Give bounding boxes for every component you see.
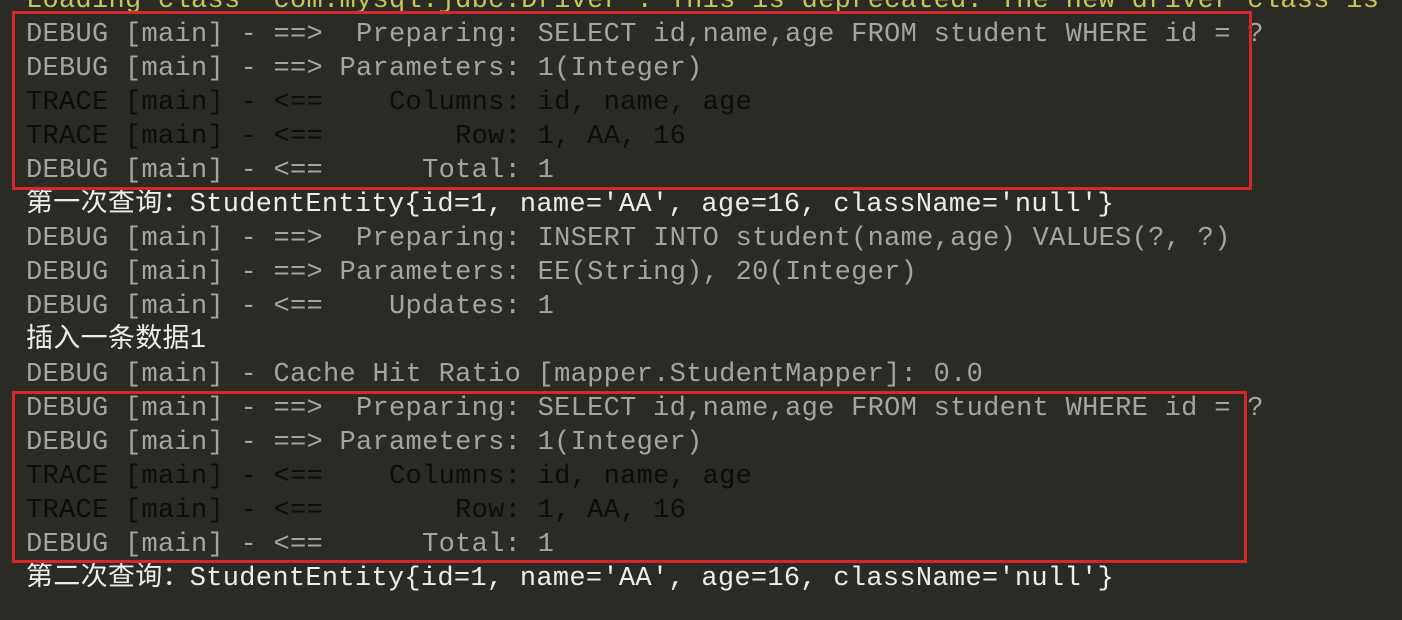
output-line-insert: 插入一条数据1 [26,326,207,356]
log-line-preparing-select-1: DEBUG [main] - ==> Preparing: SELECT id,… [26,20,1264,50]
log-line-preparing-insert: DEBUG [main] - ==> Preparing: INSERT INT… [26,224,1231,254]
log-line-parameters-1: DEBUG [main] - ==> Parameters: 1(Integer… [26,54,703,84]
output-line-first-query: 第一次查询：StudentEntity{id=1, name='AA', age… [26,190,1114,220]
log-line-total-2: DEBUG [main] - <== Total: 1 [26,530,555,560]
output-line-second-query: 第二次查询：StudentEntity{id=1, name='AA', age… [26,564,1114,594]
log-line-parameters-insert: DEBUG [main] - ==> Parameters: EE(String… [26,258,918,288]
log-line-cache-hit-ratio: DEBUG [main] - Cache Hit Ratio [mapper.S… [26,360,984,390]
log-line-total-1: DEBUG [main] - <== Total: 1 [26,156,555,186]
terminal-output[interactable]: Loading class `com.mysql.jdbc.Driver'. T… [0,0,1402,620]
log-line-columns-1: TRACE [main] - <== Columns: id, name, ag… [26,88,753,118]
log-line-driver-warning: Loading class `com.mysql.jdbc.Driver'. T… [26,0,1402,16]
log-line-row-1: TRACE [main] - <== Row: 1, AA, 16 [26,122,687,152]
log-line-parameters-2: DEBUG [main] - ==> Parameters: 1(Integer… [26,428,703,458]
log-line-preparing-select-2: DEBUG [main] - ==> Preparing: SELECT id,… [26,394,1264,424]
log-line-row-2: TRACE [main] - <== Row: 1, AA, 16 [26,496,687,526]
log-line-columns-2: TRACE [main] - <== Columns: id, name, ag… [26,462,753,492]
log-line-updates: DEBUG [main] - <== Updates: 1 [26,292,555,322]
